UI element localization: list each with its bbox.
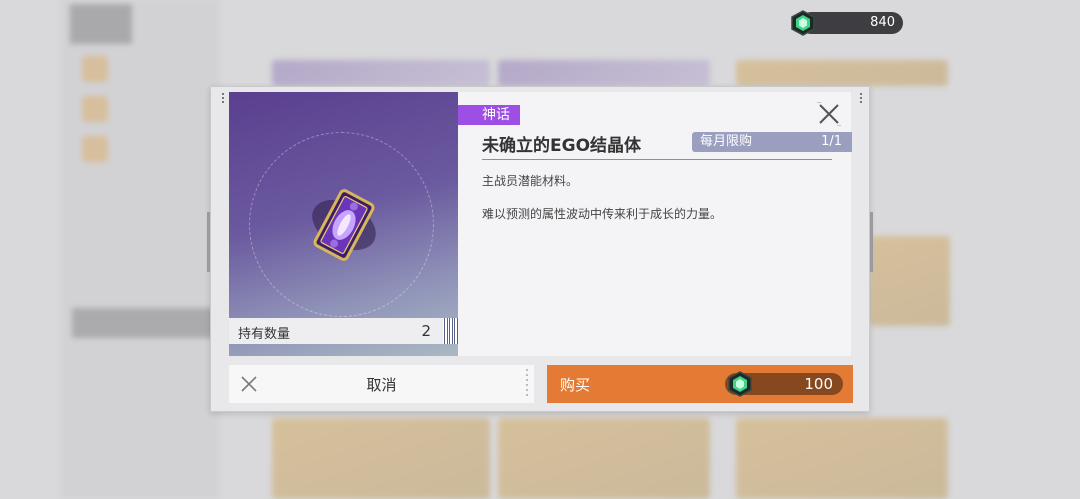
dialog-grip (221, 93, 225, 107)
ego-crystal-card-icon (312, 189, 376, 261)
rarity-badge: 神话 (458, 105, 520, 125)
background-card (272, 60, 490, 86)
background-card (498, 418, 710, 499)
background-card (870, 236, 950, 326)
dotted-decoration (526, 369, 528, 399)
owned-quantity-bar: 持有数量 2 (229, 318, 443, 344)
gem-icon (791, 10, 815, 36)
price-display: 100 (725, 371, 843, 397)
limit-label: 每月限购 (700, 134, 753, 149)
owned-label: 持有数量 (238, 327, 291, 342)
divider (482, 159, 832, 160)
currency-display: 840 (791, 10, 903, 36)
background-icon (82, 136, 108, 162)
item-name: 未确立的EGO结晶体 (482, 136, 642, 156)
item-flavor-text: 难以预测的属性波动中传来利于成长的力量。 (482, 207, 723, 221)
background-card (272, 418, 490, 499)
background-icon (82, 96, 108, 122)
background-card (736, 60, 948, 86)
close-icon[interactable] (817, 102, 841, 126)
cancel-button[interactable]: 取消 (229, 365, 534, 403)
background-back-button (70, 4, 132, 44)
price-amount: 100 (804, 375, 833, 393)
item-image-panel: 持有数量 2 (229, 92, 458, 356)
owned-count: 2 (421, 322, 431, 340)
background-category-bar (72, 308, 222, 338)
background-card (736, 418, 948, 499)
currency-amount: 840 (870, 15, 895, 30)
purchase-limit-badge: 每月限购 1/1 (692, 132, 852, 152)
barcode-decoration (443, 318, 458, 344)
dialog-side-notch (870, 212, 873, 272)
item-info-panel: 神话 未确立的EGO结晶体 每月限购 1/1 主战员潜能材料。 难以预测的属性波… (458, 92, 852, 356)
buy-label: 购买 (560, 376, 591, 394)
limit-count: 1/1 (821, 134, 842, 149)
item-description: 主战员潜能材料。 (482, 174, 579, 188)
background-card (498, 60, 710, 86)
background-icon (82, 56, 108, 82)
purchase-dialog: 持有数量 2 神话 未确立的EGO结晶体 每月限购 1/1 主战员潜能材料。 难… (207, 86, 873, 412)
dialog-side-notch (207, 212, 210, 272)
buy-button[interactable]: 购买 100 (547, 365, 853, 403)
dialog-grip (859, 93, 863, 107)
gem-icon (728, 371, 752, 397)
cancel-label: 取消 (366, 376, 397, 394)
